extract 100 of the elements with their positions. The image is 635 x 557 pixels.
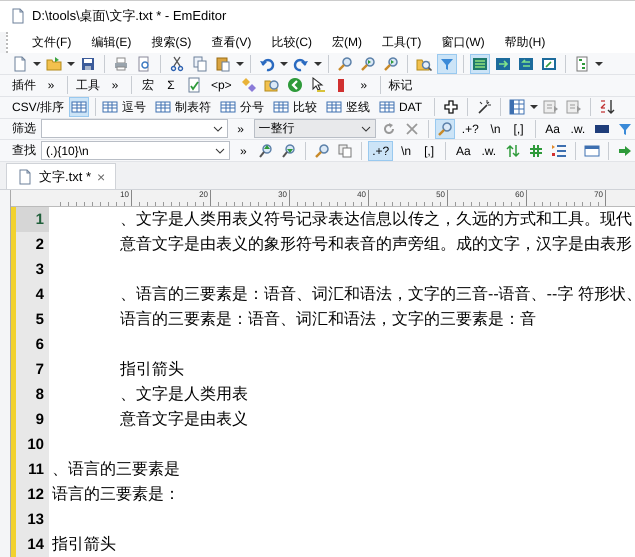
dropdown-field[interactable]: 一整行 — [254, 119, 376, 138]
window-icon — [518, 56, 534, 72]
dropdown-arrow-icon[interactable] — [33, 60, 41, 68]
toolbar-button[interactable]: \n — [396, 140, 416, 161]
toolbar-button[interactable]: Aa — [452, 140, 475, 161]
line-number: 5 — [11, 307, 49, 332]
dropdown-arrow-icon[interactable] — [314, 60, 322, 68]
paste-icon — [215, 56, 231, 72]
dropdown-arrow-icon[interactable] — [236, 60, 244, 68]
menu-item[interactable]: 工具(T) — [372, 34, 432, 51]
toolbar-button[interactable]: .+? — [458, 118, 483, 139]
line-number: 1 — [11, 207, 49, 232]
menu-item[interactable]: 宏(M) — [322, 34, 372, 51]
toolbar-label: 工具 — [75, 76, 101, 94]
toolbar-button[interactable]: DAT — [399, 100, 422, 114]
toolbar-button[interactable]: 逗号 — [122, 98, 146, 116]
list-icon — [551, 142, 568, 159]
line-number: 7 — [11, 357, 49, 382]
text-line: 语言的三要素是：语音、词汇和语法，文字的三要素是：音 — [119, 310, 536, 330]
copy-icon — [337, 142, 354, 159]
table-button[interactable] — [69, 97, 90, 118]
toolbar-button[interactable]: » — [41, 75, 61, 96]
file-tab[interactable]: 文字.txt * × — [6, 163, 116, 190]
scissors-icon — [169, 56, 185, 72]
document-arrow-icon — [543, 99, 560, 116]
columns-button[interactable] — [507, 97, 528, 118]
toolbar-button[interactable]: 分号 — [240, 98, 264, 116]
plus-icon — [443, 99, 460, 116]
line-number: 8 — [11, 382, 49, 408]
sort-icon — [599, 99, 616, 116]
window-icon — [495, 56, 511, 72]
up-down-arrows-icon — [505, 142, 522, 159]
toolbar-button[interactable]: 宏 — [138, 75, 158, 96]
table-icon — [273, 99, 290, 116]
text-line: 意音文字是由表义 — [119, 410, 248, 430]
clear-icon — [404, 120, 420, 137]
window-button[interactable] — [470, 54, 490, 74]
toolbar-button[interactable]: Σ — [161, 75, 181, 96]
toolbar-button[interactable]: [,] — [419, 140, 440, 161]
toolbar-button[interactable]: » — [233, 140, 254, 161]
toolbar-button[interactable]: » — [230, 118, 251, 139]
toolbar-button[interactable]: <p> — [207, 75, 236, 96]
table-icon — [379, 99, 396, 116]
find-next-icon — [281, 142, 298, 159]
caret-icon — [361, 126, 372, 132]
table-icon — [155, 99, 172, 116]
line-number: 6 — [11, 332, 49, 358]
menu-item[interactable]: 文件(F) — [22, 34, 82, 51]
search-button[interactable] — [435, 118, 456, 139]
text-line: 指引箭头 — [119, 360, 184, 380]
folder-icon — [46, 56, 62, 72]
line-number: 2 — [11, 232, 49, 258]
document-icon — [12, 56, 28, 72]
dropdown-arrow-icon[interactable] — [595, 60, 603, 68]
dropdown-arrow-icon[interactable] — [530, 103, 538, 112]
toolbar-label: 查找 — [11, 142, 37, 160]
caret-icon — [215, 148, 226, 154]
search-icon — [360, 56, 376, 72]
toolbar-button[interactable]: 竖线 — [346, 98, 370, 116]
menu-item[interactable]: 搜索(S) — [141, 34, 202, 51]
menu-item[interactable]: 比较(C) — [261, 34, 322, 51]
toolbar-button[interactable]: .w. — [566, 118, 589, 139]
menu-item[interactable]: 窗口(W) — [431, 34, 495, 51]
dropdown-arrow-icon[interactable] — [67, 60, 75, 68]
toolbar-button[interactable]: .+? — [368, 140, 394, 161]
toolbar-button[interactable]: .w. — [478, 140, 500, 161]
toolbar-button[interactable]: \n — [486, 118, 506, 139]
magic-wand-icon — [476, 99, 492, 116]
document-arrow-icon — [566, 99, 582, 116]
toolbar-button[interactable]: 制表符 — [175, 98, 212, 116]
close-button[interactable]: × — [97, 168, 106, 185]
dropdown-field[interactable]: (.){10}\n — [41, 141, 230, 160]
toolbar-button[interactable]: » — [105, 75, 125, 96]
toolbar-label: 插件 — [11, 76, 37, 94]
tree-icon — [574, 56, 590, 72]
columns-icon — [509, 99, 526, 116]
table-icon — [71, 99, 88, 116]
printer-icon — [113, 56, 129, 72]
text-line: 、文字是人类用表 — [119, 384, 248, 406]
menu-item[interactable]: 编辑(E) — [81, 34, 142, 51]
line-number: 10 — [11, 432, 49, 458]
toolbar-label: 筛选 — [11, 120, 37, 138]
dropdown-field[interactable] — [41, 119, 228, 138]
menu-item[interactable]: 帮助(H) — [494, 34, 556, 51]
window-title: D:\tools\桌面\文字.txt * - EmEditor — [32, 7, 226, 26]
toolbar-button[interactable]: [,] — [508, 118, 529, 139]
toolbar-button[interactable]: Aa — [542, 118, 564, 139]
toolbar-button[interactable]: 比较 — [293, 98, 318, 116]
toolbar-button[interactable]: » — [354, 75, 374, 96]
window-icon — [584, 142, 600, 159]
text-line: 、语言的三要素是 — [52, 460, 180, 480]
hash-icon — [528, 142, 544, 159]
search-icon — [337, 56, 353, 72]
line-number: 11 — [11, 457, 49, 482]
toolbar-label: CSV/排序 — [11, 98, 66, 116]
copy-icon — [192, 56, 208, 72]
line-number: 12 — [11, 482, 49, 508]
filter-button[interactable] — [437, 54, 457, 74]
dropdown-arrow-icon[interactable] — [280, 60, 288, 68]
menu-item[interactable]: 查看(V) — [201, 34, 262, 51]
